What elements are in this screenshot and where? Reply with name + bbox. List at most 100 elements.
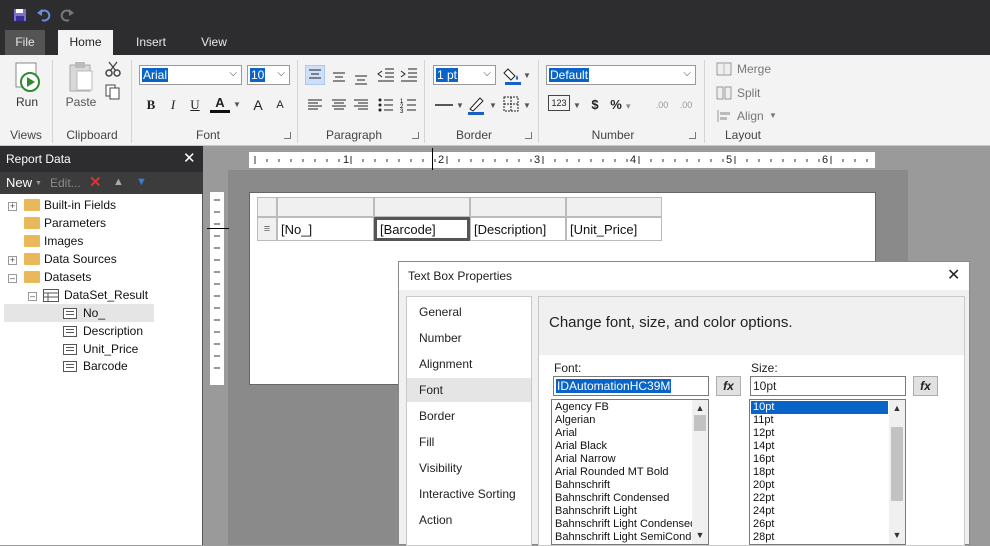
size-list-scrollbar[interactable]: ▲ ▼ [889, 400, 905, 544]
font-family-combo[interactable]: Arial ⌵ [139, 65, 242, 85]
collapse-icon[interactable]: – [8, 274, 17, 283]
chevron-down-icon[interactable]: ▼ [523, 71, 531, 80]
increase-decimal-button[interactable]: .00 [652, 95, 672, 115]
new-button[interactable]: New [6, 175, 32, 190]
italic-button[interactable]: I [163, 95, 183, 115]
move-down-icon[interactable]: ▼ [136, 176, 147, 188]
border-dialog-launcher[interactable] [525, 132, 532, 139]
tree-item-data-sources[interactable]: Data Sources [44, 250, 117, 268]
list-item[interactable]: Bahnschrift [555, 479, 610, 492]
list-item[interactable]: 22pt [753, 492, 774, 505]
delete-icon[interactable]: ✕ [89, 173, 102, 191]
nav-item-visibility[interactable]: Visibility [407, 456, 531, 480]
align-bottom-icon[interactable] [351, 65, 371, 85]
font-size-input[interactable]: 10pt [750, 376, 906, 396]
tab-home[interactable]: Home [58, 30, 113, 55]
currency-button[interactable]: $ [585, 95, 605, 115]
shrink-font-button[interactable]: A [270, 95, 290, 115]
grow-font-button[interactable]: A [248, 95, 268, 115]
chevron-down-icon[interactable]: ▼ [456, 101, 464, 110]
chevron-down-icon[interactable]: ▼ [233, 100, 241, 109]
tab-insert[interactable]: Insert [125, 30, 177, 55]
expand-icon[interactable]: + [8, 202, 17, 211]
font-dialog-launcher[interactable] [284, 132, 291, 139]
merge-button[interactable]: Merge [716, 61, 776, 79]
tree-item-dataset-result[interactable]: DataSet_Result [64, 286, 148, 304]
column-handle[interactable] [277, 197, 374, 217]
list-item[interactable]: 16pt [753, 453, 774, 466]
copy-icon[interactable] [105, 84, 121, 100]
chevron-down-icon[interactable]: ▼ [573, 101, 581, 110]
font-list-scrollbar[interactable]: ▲ ▼ [692, 400, 708, 544]
expand-icon[interactable]: + [8, 256, 17, 265]
nav-item-number[interactable]: Number [407, 326, 531, 350]
list-item[interactable]: 28pt [753, 531, 774, 544]
list-item[interactable]: Bahnschrift Light SemiCondensed [555, 531, 708, 544]
tree-item-field-description[interactable]: Description [83, 322, 143, 340]
font-list[interactable]: Agency FB Algerian Arial Arial Black Ari… [551, 399, 709, 545]
bold-button[interactable]: B [141, 95, 161, 115]
nav-item-alignment[interactable]: Alignment [407, 352, 531, 376]
table-cell-unit-price[interactable]: [Unit_Price] [566, 217, 662, 241]
nav-item-general[interactable]: General [407, 300, 531, 324]
number-dialog-launcher[interactable] [689, 132, 696, 139]
list-item[interactable]: 20pt [753, 479, 774, 492]
chevron-down-icon[interactable]: ▼ [523, 101, 531, 110]
list-item[interactable]: 18pt [753, 466, 774, 479]
list-item[interactable]: Arial Black [555, 440, 607, 453]
nav-item-action[interactable]: Action [407, 508, 531, 532]
align-middle-icon[interactable] [329, 65, 349, 85]
size-list[interactable]: 10pt 11pt 12pt 14pt 16pt 18pt 20pt 22pt … [749, 399, 906, 545]
column-handle[interactable] [566, 197, 662, 217]
tree-item-field-unit-price[interactable]: Unit_Price [83, 340, 138, 358]
font-expression-button[interactable]: fx [716, 376, 741, 396]
border-width-combo[interactable]: 1 pt ⌵ [433, 65, 496, 85]
table-cell-description[interactable]: [Description] [470, 217, 566, 241]
align-top-icon[interactable] [305, 65, 325, 85]
scroll-thumb[interactable] [694, 415, 706, 431]
scroll-up-icon[interactable]: ▲ [692, 401, 708, 415]
nav-item-interactive-sorting[interactable]: Interactive Sorting [407, 482, 531, 506]
list-item[interactable]: Arial Rounded MT Bold [555, 466, 669, 479]
tree-item-built-in-fields[interactable]: Built-in Fields [44, 196, 116, 214]
save-icon[interactable] [13, 8, 27, 22]
table-cell-barcode[interactable]: [Barcode] [374, 217, 470, 241]
row-handle-icon[interactable]: ≡ [257, 217, 277, 241]
list-item[interactable]: Algerian [555, 414, 595, 427]
list-item[interactable]: 24pt [753, 505, 774, 518]
fill-color-icon[interactable] [503, 65, 523, 85]
chevron-down-icon[interactable]: ▼ [35, 180, 42, 187]
undo-icon[interactable] [36, 7, 52, 23]
align-button[interactable]: Align ▼ [716, 108, 782, 126]
list-item[interactable]: 10pt [753, 401, 774, 414]
paste-button[interactable]: Paste [62, 61, 100, 113]
numbered-list-icon[interactable]: 123 [399, 95, 419, 115]
table-cell-no[interactable]: [No_] [277, 217, 374, 241]
tablix-corner-handle[interactable] [257, 197, 277, 217]
bullet-list-icon[interactable] [376, 95, 396, 115]
placeholder-styles-button[interactable]: 123 [548, 95, 570, 111]
column-handle[interactable] [374, 197, 470, 217]
list-item[interactable]: Agency FB [555, 401, 609, 414]
redo-icon[interactable] [59, 7, 75, 23]
tree-item-parameters[interactable]: Parameters [44, 214, 106, 232]
font-color-button[interactable]: A [210, 93, 230, 113]
list-item[interactable]: Arial Narrow [555, 453, 616, 466]
list-item[interactable]: Bahnschrift Light [555, 505, 637, 518]
align-right-icon[interactable] [351, 95, 371, 115]
border-style-icon[interactable] [433, 95, 457, 115]
paragraph-dialog-launcher[interactable] [412, 132, 419, 139]
decrease-decimal-button[interactable]: .00 [676, 95, 696, 115]
list-item[interactable]: 11pt [753, 414, 774, 427]
percent-button[interactable]: % [606, 95, 626, 115]
tab-view[interactable]: View [190, 30, 238, 55]
font-size-combo[interactable]: 10 ⌵ [247, 65, 290, 85]
chevron-down-icon[interactable]: ▼ [489, 101, 497, 110]
nav-item-fill[interactable]: Fill [407, 430, 531, 454]
style-dropdown-icon[interactable]: ▾ [626, 101, 631, 112]
close-icon[interactable]: ✕ [947, 262, 960, 290]
number-format-combo[interactable]: Default ⌵ [546, 65, 696, 85]
tab-file[interactable]: File [5, 30, 45, 55]
close-icon[interactable]: ✕ [183, 146, 196, 172]
column-handle[interactable] [470, 197, 566, 217]
